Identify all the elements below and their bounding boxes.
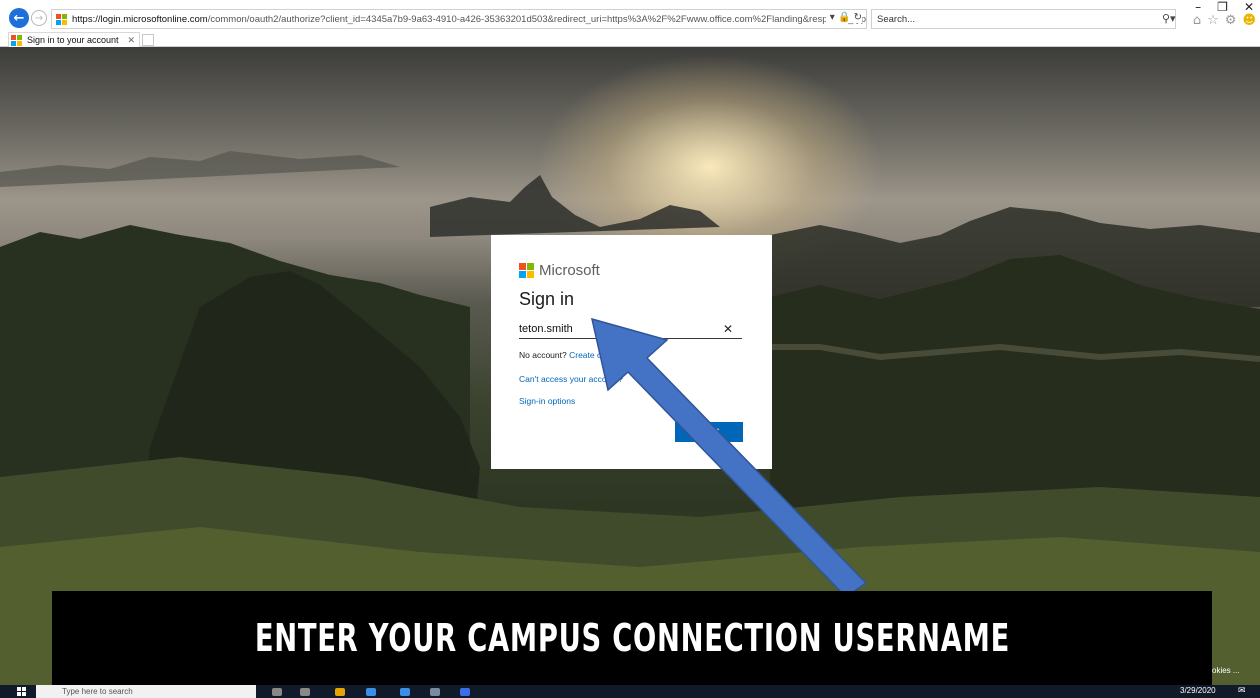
star-icon[interactable]: ☆ bbox=[1207, 13, 1219, 28]
tab-title: Sign in to your account bbox=[27, 35, 119, 45]
taskbar-search-input[interactable]: Type here to search bbox=[36, 685, 256, 698]
site-favicon bbox=[56, 13, 67, 25]
smiley-icon[interactable]: ☻ bbox=[1242, 13, 1256, 28]
window-controls[interactable]: – ❐ ✕ bbox=[1195, 0, 1254, 14]
caption-banner: ENTER YOUR CAMPUS CONNECTION USERNAME bbox=[52, 591, 1212, 685]
tab-favicon bbox=[11, 34, 22, 46]
microsoft-logo-icon bbox=[519, 263, 534, 278]
gear-icon[interactable]: ⚙ bbox=[1225, 13, 1237, 28]
task-view-icon[interactable] bbox=[272, 688, 282, 696]
taskbar: Type here to search 3/29/2020 ✉ bbox=[0, 685, 1260, 698]
no-account-row: No account? Create one! bbox=[519, 350, 614, 360]
edge-app-icon[interactable] bbox=[366, 688, 376, 696]
home-icon[interactable]: ⌂ bbox=[1193, 13, 1201, 28]
notification-icon[interactable]: ✉ bbox=[1238, 686, 1246, 696]
back-arrow-icon[interactable]: ← bbox=[9, 8, 29, 28]
brand-name: Microsoft bbox=[539, 262, 600, 279]
ie-app-icon[interactable] bbox=[460, 688, 470, 696]
cant-access-link[interactable]: Can't access your account? bbox=[519, 374, 623, 384]
create-account-link[interactable]: Create one! bbox=[569, 350, 613, 360]
username-input[interactable] bbox=[519, 319, 742, 339]
chrome-app-icon[interactable] bbox=[335, 688, 345, 696]
address-bar[interactable]: https://login.microsoftonline.com /commo… bbox=[51, 9, 867, 29]
tab-close-icon[interactable]: ✕ bbox=[127, 35, 135, 46]
restore-icon[interactable]: ❐ bbox=[1217, 0, 1228, 14]
close-window-icon[interactable]: ✕ bbox=[1244, 0, 1254, 14]
no-account-label: No account? bbox=[519, 350, 567, 360]
clear-input-icon[interactable]: ✕ bbox=[723, 319, 733, 339]
page-title: Sign in bbox=[519, 289, 575, 309]
address-row: ← → https://login.microsoftonline.com /c… bbox=[0, 0, 1260, 32]
caption-text: ENTER YOUR CAMPUS CONNECTION USERNAME bbox=[254, 616, 1010, 660]
browser-toolbar: ⌂ ☆ ⚙ ☻ bbox=[1193, 13, 1256, 28]
microsoft-logo: Microsoft bbox=[519, 262, 600, 279]
tab-signin[interactable]: Sign in to your account ✕ bbox=[8, 32, 140, 47]
forward-arrow-icon[interactable]: → bbox=[31, 10, 47, 26]
new-tab-button[interactable] bbox=[142, 34, 154, 46]
cookies-notice-fragment: okies ... bbox=[1212, 666, 1240, 675]
url-path: /common/oauth2/authorize?client_id=4345a… bbox=[207, 13, 867, 25]
signin-card: Microsoft Sign in ✕ No account? Create o… bbox=[491, 235, 772, 469]
signin-options-link[interactable]: Sign-in options bbox=[519, 396, 575, 406]
windows-start-icon[interactable] bbox=[17, 687, 26, 696]
next-button[interactable]: Next bbox=[675, 422, 743, 442]
search-icon[interactable]: ⚲▾ bbox=[1162, 12, 1176, 25]
people-icon[interactable] bbox=[300, 688, 310, 696]
address-tools[interactable]: ▾ 🔒 ↻ bbox=[825, 12, 862, 23]
minimize-icon[interactable]: – bbox=[1195, 0, 1201, 14]
tab-row: Sign in to your account ✕ bbox=[0, 32, 1260, 47]
browser-search-input[interactable]: Search... bbox=[871, 9, 1176, 29]
mail-app-icon[interactable] bbox=[430, 688, 440, 696]
store-app-icon[interactable] bbox=[400, 688, 410, 696]
browser-chrome: ← → https://login.microsoftonline.com /c… bbox=[0, 0, 1260, 47]
url-host: https://login.microsoftonline.com bbox=[72, 13, 208, 25]
taskbar-clock[interactable]: 3/29/2020 bbox=[1180, 686, 1216, 695]
